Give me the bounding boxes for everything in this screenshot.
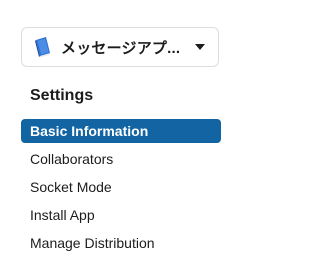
nav-item-socket-mode[interactable]: Socket Mode bbox=[21, 175, 221, 199]
settings-heading: Settings bbox=[30, 87, 94, 104]
book-icon bbox=[33, 36, 53, 58]
nav-item-collaborators[interactable]: Collaborators bbox=[21, 147, 221, 171]
nav-item-basic-information[interactable]: Basic Information bbox=[21, 119, 221, 143]
app-selector-button[interactable]: メッセージアプ... bbox=[21, 27, 219, 67]
chevron-down-icon bbox=[195, 44, 205, 50]
settings-nav: Basic Information Collaborators Socket M… bbox=[21, 119, 221, 259]
app-name: メッセージアプ... bbox=[61, 39, 181, 57]
nav-item-install-app[interactable]: Install App bbox=[21, 203, 221, 227]
nav-item-manage-distribution[interactable]: Manage Distribution bbox=[21, 231, 221, 255]
